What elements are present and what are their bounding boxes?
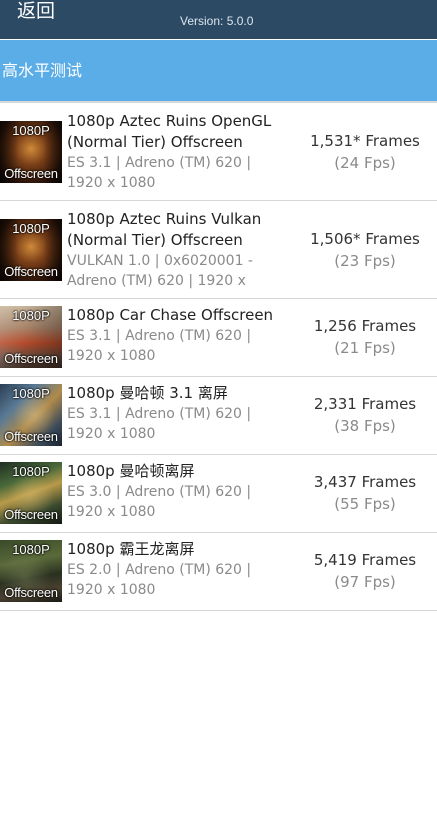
- test-name: 1080p 霸王龙离屏: [67, 540, 195, 558]
- test-list: 1080P Offscreen 1080p Aztec Ruins OpenGL…: [0, 101, 437, 611]
- test-thumbnail: 1080P Offscreen: [0, 306, 62, 368]
- thumb-resolution-badge: 1080P: [12, 123, 50, 138]
- thumb-resolution-badge: 1080P: [12, 464, 50, 479]
- test-frames: 1,506* Frames: [310, 230, 420, 248]
- test-detail: ES 3.1 | Adreno (TM) 620 | 1920 x 1080: [67, 155, 252, 191]
- test-name: 1080p Aztec Ruins OpenGL (Normal Tier) O…: [67, 112, 272, 151]
- test-thumbnail: 1080P Offscreen: [0, 462, 62, 524]
- thumb-resolution-badge: 1080P: [12, 386, 50, 401]
- test-row-manhattan[interactable]: 1080P Offscreen 1080p 曼哈顿离屏 ES 3.0 | Adr…: [0, 455, 437, 533]
- thumb-mode-badge: Offscreen: [4, 264, 58, 279]
- test-frames: 1,531* Frames: [310, 132, 420, 150]
- test-info: 1080p 曼哈顿离屏 ES 3.0 | Adreno (TM) 620 | 1…: [67, 461, 282, 522]
- test-fps: (97 Fps): [334, 573, 396, 591]
- thumb-resolution-badge: 1080P: [12, 221, 50, 236]
- test-info: 1080p Aztec Ruins OpenGL (Normal Tier) O…: [67, 111, 282, 193]
- test-info: 1080p 曼哈顿 3.1 离屏 ES 3.1 | Adreno (TM) 62…: [67, 383, 282, 444]
- test-row-car-chase[interactable]: 1080P Offscreen 1080p Car Chase Offscree…: [0, 299, 437, 377]
- test-info: 1080p Aztec Ruins Vulkan (Normal Tier) O…: [67, 209, 282, 291]
- test-fps: (38 Fps): [334, 417, 396, 435]
- test-thumbnail: 1080P Offscreen: [0, 540, 62, 602]
- test-score: 1,506* Frames (23 Fps): [300, 228, 430, 272]
- test-detail: ES 3.1 | Adreno (TM) 620 | 1920 x 1080: [67, 406, 252, 442]
- test-row-aztec-vulkan[interactable]: 1080P Offscreen 1080p Aztec Ruins Vulkan…: [0, 201, 437, 299]
- test-frames: 3,437 Frames: [313, 473, 417, 491]
- back-button[interactable]: 返回: [17, 0, 55, 23]
- test-detail: ES 2.0 | Adreno (TM) 620 | 1920 x 1080: [67, 562, 252, 598]
- version-label: Version: 5.0.0: [180, 14, 254, 28]
- thumb-mode-badge: Offscreen: [4, 507, 58, 522]
- test-name: 1080p 曼哈顿离屏: [67, 462, 195, 480]
- test-score: 2,331 Frames (38 Fps): [300, 393, 430, 437]
- thumb-resolution-badge: 1080P: [12, 542, 50, 557]
- test-name: 1080p Car Chase Offscreen: [67, 306, 274, 324]
- top-bar: 返回 Version: 5.0.0: [0, 0, 437, 39]
- thumb-mode-badge: Offscreen: [4, 351, 58, 366]
- test-score: 1,256 Frames (21 Fps): [300, 315, 430, 359]
- test-frames: 2,331 Frames: [313, 395, 417, 413]
- test-detail: ES 3.0 | Adreno (TM) 620 | 1920 x 1080: [67, 484, 252, 520]
- test-frames: 1,256 Frames: [313, 317, 417, 335]
- test-fps: (24 Fps): [334, 154, 396, 172]
- test-name: 1080p Aztec Ruins Vulkan (Normal Tier) O…: [67, 210, 262, 249]
- test-frames: 5,419 Frames: [313, 551, 417, 569]
- test-fps: (55 Fps): [334, 495, 396, 513]
- section-title: 高水平测试: [2, 61, 83, 80]
- test-info: 1080p 霸王龙离屏 ES 2.0 | Adreno (TM) 620 | 1…: [67, 539, 282, 600]
- test-thumbnail: 1080P Offscreen: [0, 384, 62, 446]
- test-info: 1080p Car Chase Offscreen ES 3.1 | Adren…: [67, 305, 282, 366]
- test-row-aztec-opengl[interactable]: 1080P Offscreen 1080p Aztec Ruins OpenGL…: [0, 101, 437, 201]
- test-detail: ES 3.1 | Adreno (TM) 620 | 1920 x 1080: [67, 328, 252, 364]
- test-thumbnail: 1080P Offscreen: [0, 219, 62, 281]
- test-row-manhattan-31[interactable]: 1080P Offscreen 1080p 曼哈顿 3.1 离屏 ES 3.1 …: [0, 377, 437, 455]
- test-fps: (21 Fps): [334, 339, 396, 357]
- thumb-resolution-badge: 1080P: [12, 308, 50, 323]
- thumb-mode-badge: Offscreen: [4, 585, 58, 600]
- test-score: 5,419 Frames (97 Fps): [300, 549, 430, 593]
- test-row-t-rex[interactable]: 1080P Offscreen 1080p 霸王龙离屏 ES 2.0 | Adr…: [0, 533, 437, 611]
- thumb-mode-badge: Offscreen: [4, 429, 58, 444]
- test-name: 1080p 曼哈顿 3.1 离屏: [67, 384, 228, 402]
- test-fps: (23 Fps): [334, 252, 396, 270]
- test-detail: VULKAN 1.0 | 0x6020001 - Adreno (TM) 620…: [67, 253, 253, 289]
- test-score: 3,437 Frames (55 Fps): [300, 471, 430, 515]
- test-score: 1,531* Frames (24 Fps): [300, 130, 430, 174]
- thumb-mode-badge: Offscreen: [4, 166, 58, 181]
- section-header: 高水平测试: [0, 40, 437, 101]
- test-thumbnail: 1080P Offscreen: [0, 121, 62, 183]
